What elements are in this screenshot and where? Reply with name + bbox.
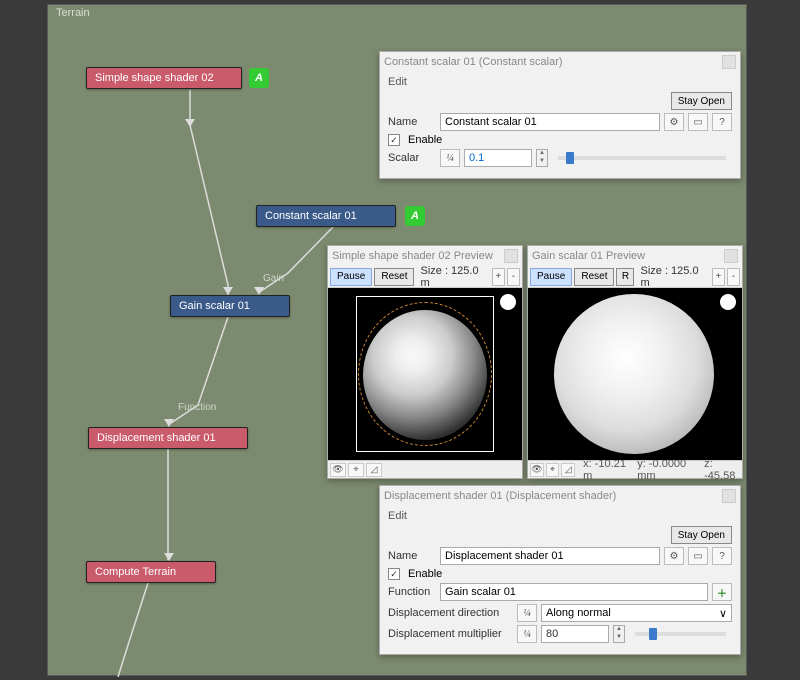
scalar-spinner[interactable]: ▲▼ — [536, 149, 548, 167]
window-titlebar[interactable]: Constant scalar 01 (Constant scalar) — [380, 52, 740, 72]
help-icon[interactable]: ? — [712, 113, 732, 131]
node-compute-terrain[interactable]: Compute Terrain — [86, 561, 216, 583]
gear-icon[interactable] — [720, 294, 736, 310]
sigma-icon[interactable]: ¼ — [517, 625, 537, 643]
window-title: Gain scalar 01 Preview — [532, 250, 645, 262]
preview-toolbar: Pause Reset R Size : 125.0 m + - — [528, 266, 742, 288]
window-title: Constant scalar 01 (Constant scalar) — [384, 56, 563, 68]
constant-scalar-editor[interactable]: Constant scalar 01 (Constant scalar) Edi… — [379, 51, 741, 179]
menu-edit[interactable]: Edit — [388, 76, 407, 88]
node-gain-scalar[interactable]: Gain scalar 01 — [170, 295, 290, 317]
name-label: Name — [388, 116, 436, 128]
preview-gain-scalar[interactable]: Gain scalar 01 Preview Pause Reset R Siz… — [527, 245, 743, 479]
target-icon[interactable]: ⌖ — [546, 463, 560, 477]
gear-icon[interactable]: ⚙ — [664, 113, 684, 131]
function-field[interactable] — [440, 583, 708, 601]
gear-icon[interactable] — [500, 294, 516, 310]
window-titlebar[interactable]: Displacement shader 01 (Displacement sha… — [380, 486, 740, 506]
size-label: Size : 125.0 m — [420, 265, 485, 289]
close-icon[interactable] — [504, 249, 518, 263]
sigma-icon[interactable]: ¼ — [517, 604, 537, 622]
multiplier-field[interactable] — [541, 625, 609, 643]
name-label: Name — [388, 550, 436, 562]
scalar-label: Scalar — [388, 152, 436, 164]
r-button[interactable]: R — [616, 268, 634, 286]
preview-footer: 👁 ⌖ ◿ — [328, 460, 522, 478]
chevron-down-icon: ∨ — [719, 607, 727, 620]
window-titlebar[interactable]: Gain scalar 01 Preview — [528, 246, 742, 266]
preview-toolbar: Pause Reset Size : 125.0 m + - — [328, 266, 522, 288]
tri-icon[interactable]: ◿ — [561, 463, 575, 477]
coord-z: z: -45.58 — [704, 458, 740, 482]
arrow-icon — [254, 287, 264, 295]
target-icon[interactable]: ⌖ — [348, 463, 364, 477]
preview-canvas[interactable] — [528, 288, 742, 460]
enable-checkbox[interactable]: ✓ — [388, 134, 400, 146]
multiplier-slider[interactable] — [635, 632, 726, 636]
window-title: Simple shape shader 02 Preview — [332, 250, 493, 262]
book-icon[interactable]: ▭ — [688, 547, 708, 565]
direction-select[interactable]: Along normal ∨ — [541, 604, 732, 622]
zoom-in-button[interactable]: + — [712, 268, 725, 286]
coord-x: x: -10.21 m — [583, 458, 629, 482]
panel-title: Terrain — [56, 7, 90, 19]
enable-label: Enable — [408, 134, 442, 146]
close-icon[interactable] — [724, 249, 738, 263]
multiplier-spinner[interactable]: ▲▼ — [613, 625, 625, 643]
window-title: Displacement shader 01 (Displacement sha… — [384, 490, 616, 502]
name-field[interactable] — [440, 547, 660, 565]
port-label-gain: Gain — [263, 273, 284, 284]
add-function-icon[interactable]: ＋ — [712, 583, 732, 601]
preview-simple-shape[interactable]: Simple shape shader 02 Preview Pause Res… — [327, 245, 523, 479]
arrow-icon — [185, 119, 195, 127]
preview-footer: 👁 ⌖ ◿ x: -10.21 m y: -0.0000 mm z: -45.5… — [528, 460, 742, 478]
function-label: Function — [388, 586, 436, 598]
name-field[interactable] — [440, 113, 660, 131]
badge-a-icon[interactable]: A — [405, 206, 425, 226]
eye-icon[interactable]: 👁 — [530, 463, 544, 477]
terrain-panel: Terrain Simple shape shader 02 A Constan… — [47, 4, 747, 676]
reset-button[interactable]: Reset — [374, 268, 414, 286]
arrow-icon — [223, 287, 233, 295]
port-label-function: Function — [178, 402, 216, 413]
size-label: Size : 125.0 m — [640, 265, 705, 289]
coord-y: y: -0.0000 mm — [637, 458, 696, 482]
zoom-out-button[interactable]: - — [727, 268, 740, 286]
stay-open-button[interactable]: Stay Open — [671, 92, 732, 110]
node-constant-scalar[interactable]: Constant scalar 01 — [256, 205, 396, 227]
window-titlebar[interactable]: Simple shape shader 02 Preview — [328, 246, 522, 266]
zoom-in-button[interactable]: + — [492, 268, 505, 286]
menu-edit[interactable]: Edit — [388, 510, 407, 522]
preview-canvas[interactable] — [328, 288, 522, 460]
pause-button[interactable]: Pause — [530, 268, 572, 286]
enable-label: Enable — [408, 568, 442, 580]
book-icon[interactable]: ▭ — [688, 113, 708, 131]
direction-label: Displacement direction — [388, 607, 513, 619]
stay-open-button[interactable]: Stay Open — [671, 526, 732, 544]
arrow-icon — [164, 419, 174, 427]
help-icon[interactable]: ? — [712, 547, 732, 565]
sigma-icon[interactable]: ¼ — [440, 149, 460, 167]
zoom-out-button[interactable]: - — [507, 268, 520, 286]
multiplier-label: Displacement multiplier — [388, 628, 513, 640]
close-icon[interactable] — [722, 489, 736, 503]
displacement-editor[interactable]: Displacement shader 01 (Displacement sha… — [379, 485, 741, 655]
enable-checkbox[interactable]: ✓ — [388, 568, 400, 580]
gear-icon[interactable]: ⚙ — [664, 547, 684, 565]
tri-icon[interactable]: ◿ — [366, 463, 382, 477]
scalar-slider[interactable] — [558, 156, 726, 160]
close-icon[interactable] — [722, 55, 736, 69]
badge-a-icon[interactable]: A — [249, 68, 269, 88]
scalar-field[interactable] — [464, 149, 532, 167]
pause-button[interactable]: Pause — [330, 268, 372, 286]
node-displacement-shader[interactable]: Displacement shader 01 — [88, 427, 248, 449]
eye-icon[interactable]: 👁 — [330, 463, 346, 477]
arrow-icon — [164, 553, 174, 561]
node-simple-shape-shader[interactable]: Simple shape shader 02 — [86, 67, 242, 89]
reset-button[interactable]: Reset — [574, 268, 614, 286]
